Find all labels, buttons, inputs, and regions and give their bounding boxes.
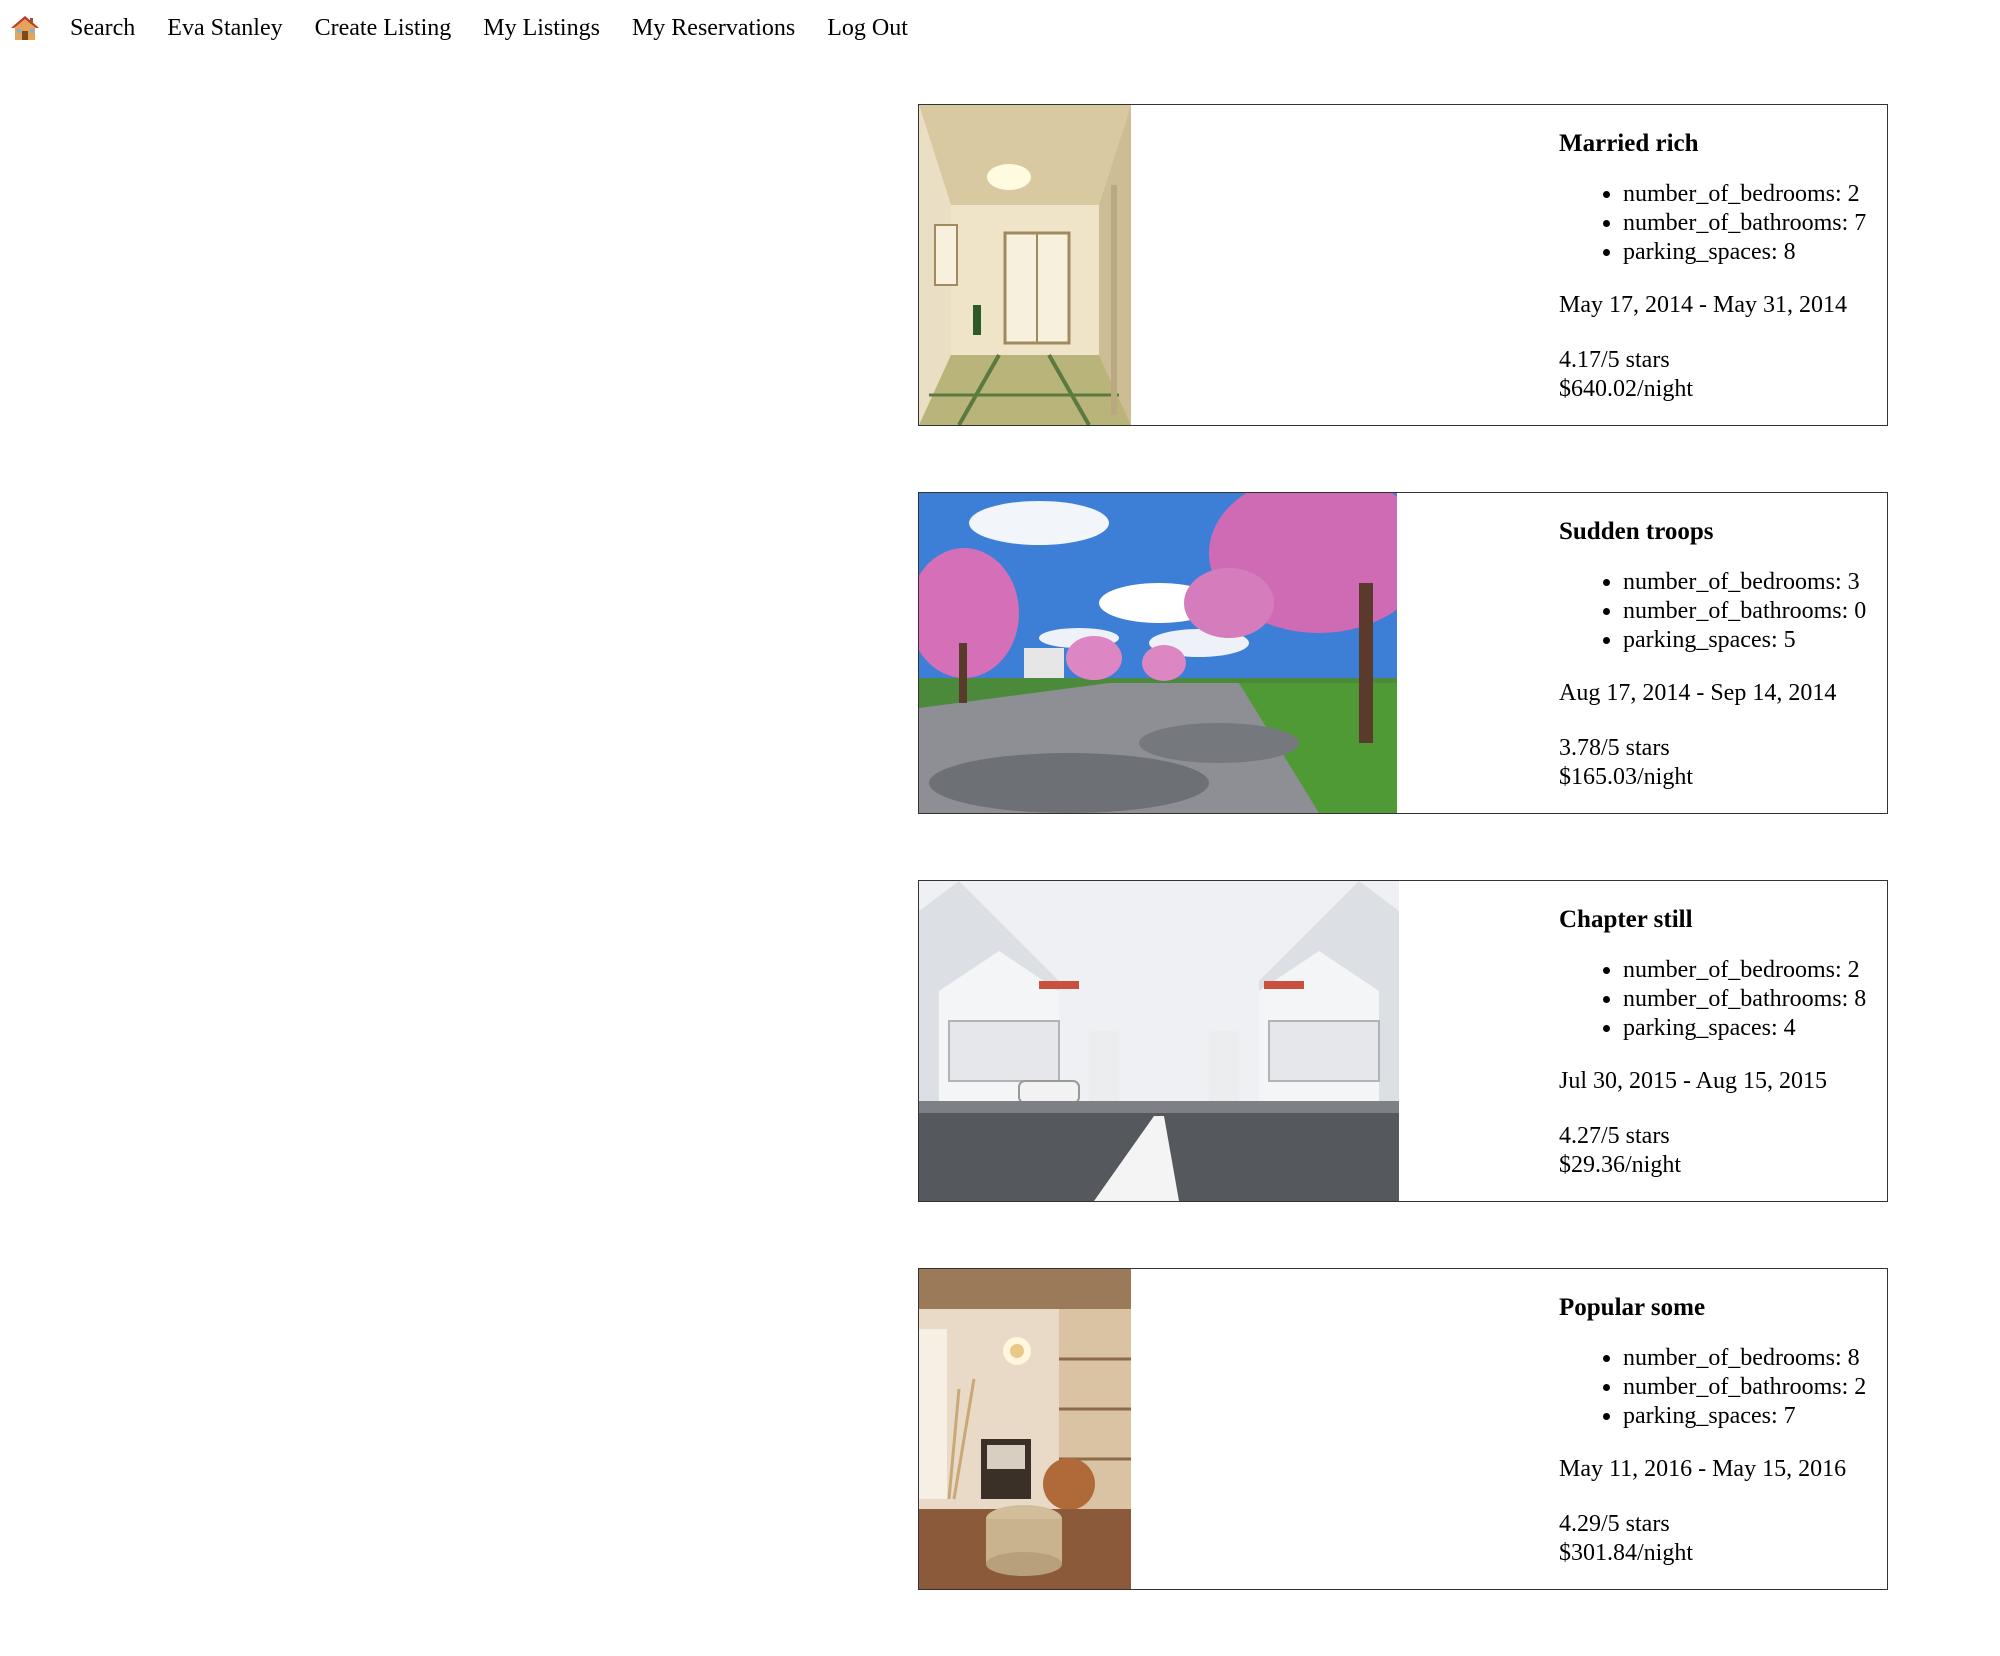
listings-list: Married rich number_of_bedrooms: 2 numbe…: [918, 104, 1888, 1656]
listing-photo: [919, 881, 1399, 1201]
listing-info: Chapter still number_of_bedrooms: 2 numb…: [1559, 905, 1887, 1180]
top-nav: Search Eva Stanley Create Listing My Lis…: [0, 0, 940, 56]
listing-card[interactable]: Popular some number_of_bedrooms: 8 numbe…: [918, 1268, 1888, 1590]
listing-dates: May 17, 2014 - May 31, 2014: [1559, 292, 1847, 318]
listing-dates: May 11, 2016 - May 15, 2016: [1559, 1456, 1847, 1482]
listing-info: Married rich number_of_bedrooms: 2 numbe…: [1559, 129, 1887, 404]
listing-price: $29.36/night: [1559, 1152, 1682, 1178]
nav-my-listings-link[interactable]: My Listings: [483, 15, 600, 42]
listing-title: Married rich: [1559, 130, 1699, 157]
listing-features: number_of_bedrooms: 2 number_of_bathroom…: [1559, 956, 1887, 1043]
nav-my-reservations-link[interactable]: My Reservations: [632, 15, 795, 42]
listing-photo: [919, 105, 1131, 425]
listing-feature: number_of_bedrooms: 3: [1623, 568, 1887, 597]
listing-feature: number_of_bedrooms: 2: [1623, 956, 1887, 985]
listing-feature: number_of_bathrooms: 2: [1623, 1373, 1887, 1402]
listing-rating: 4.29/5 stars: [1559, 1511, 1670, 1537]
listing-card[interactable]: Sudden troops number_of_bedrooms: 3 numb…: [918, 492, 1888, 814]
nav-user-link[interactable]: Eva Stanley: [167, 15, 282, 42]
listing-title: Chapter still: [1559, 906, 1693, 933]
listing-photo: [919, 493, 1397, 813]
listing-photo: [919, 1269, 1131, 1589]
listing-info: Popular some number_of_bedrooms: 8 numbe…: [1559, 1293, 1887, 1568]
nav-create-listing-link[interactable]: Create Listing: [315, 15, 452, 42]
listing-feature: parking_spaces: 4: [1623, 1014, 1887, 1043]
listing-title: Popular some: [1559, 1294, 1706, 1321]
listing-info: Sudden troops number_of_bedrooms: 3 numb…: [1559, 517, 1887, 792]
listing-card[interactable]: Chapter still number_of_bedrooms: 2 numb…: [918, 880, 1888, 1202]
listing-feature: number_of_bathrooms: 7: [1623, 209, 1887, 238]
listing-feature: number_of_bathrooms: 8: [1623, 985, 1887, 1014]
listing-rating: 4.17/5 stars: [1559, 347, 1670, 373]
listing-features: number_of_bedrooms: 2 number_of_bathroom…: [1559, 180, 1887, 267]
listing-features: number_of_bedrooms: 3 number_of_bathroom…: [1559, 568, 1887, 655]
listing-price: $301.84/night: [1559, 1540, 1694, 1566]
listing-feature: parking_spaces: 7: [1623, 1402, 1887, 1431]
listing-feature: number_of_bedrooms: 2: [1623, 180, 1887, 209]
home-icon[interactable]: [10, 13, 40, 43]
listing-feature: parking_spaces: 8: [1623, 238, 1887, 267]
listing-rating: 3.78/5 stars: [1559, 735, 1670, 761]
nav-search-link[interactable]: Search: [70, 15, 135, 42]
nav-log-out-link[interactable]: Log Out: [827, 15, 908, 42]
listing-feature: parking_spaces: 5: [1623, 626, 1887, 655]
listing-feature: number_of_bathrooms: 0: [1623, 597, 1887, 626]
listing-price: $165.03/night: [1559, 764, 1694, 790]
listing-price: $640.02/night: [1559, 376, 1694, 402]
listing-title: Sudden troops: [1559, 518, 1714, 545]
listing-features: number_of_bedrooms: 8 number_of_bathroom…: [1559, 1344, 1887, 1431]
listing-dates: Aug 17, 2014 - Sep 14, 2014: [1559, 680, 1837, 706]
listing-dates: Jul 30, 2015 - Aug 15, 2015: [1559, 1068, 1828, 1094]
listing-card[interactable]: Married rich number_of_bedrooms: 2 numbe…: [918, 104, 1888, 426]
listing-rating: 4.27/5 stars: [1559, 1123, 1670, 1149]
listing-feature: number_of_bedrooms: 8: [1623, 1344, 1887, 1373]
